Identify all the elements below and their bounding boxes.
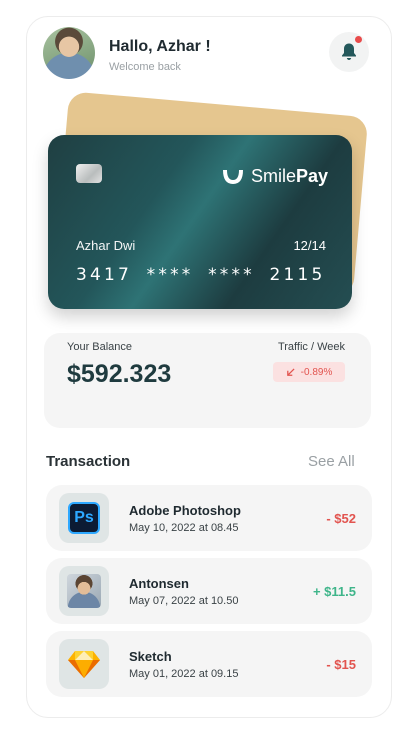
- transaction-row[interactable]: Antonsen May 07, 2022 at 10.50 + $11.5: [46, 558, 372, 624]
- brand-pay: Pay: [295, 166, 328, 186]
- transaction-name: Adobe Photoshop: [129, 503, 241, 518]
- card-expiry: 12/14: [293, 238, 326, 253]
- transaction-row[interactable]: Ps Adobe Photoshop May 10, 2022 at 08.45…: [46, 485, 372, 551]
- smilepay-logo-icon: [222, 169, 243, 184]
- credit-card[interactable]: SmilePay Azhar Dwi 12/14 3417 **** **** …: [48, 135, 352, 309]
- greeting: Hallo, Azhar !: [109, 38, 211, 55]
- traffic-value: -0.89%: [300, 366, 333, 378]
- person-avatar: [59, 566, 109, 616]
- card-chip-icon: [76, 164, 102, 183]
- card-number: 3417 **** **** 2115: [76, 265, 326, 285]
- sketch-icon: [59, 639, 109, 689]
- brand-smile: Smile: [250, 166, 296, 186]
- transaction-date: May 10, 2022 at 08.45: [129, 522, 239, 534]
- transactions-title: Transaction: [46, 453, 131, 470]
- transaction-amount: - $52: [326, 511, 356, 526]
- person-photo-icon: [67, 574, 101, 608]
- user-avatar[interactable]: [43, 27, 95, 79]
- arrow-down-left-icon: [286, 367, 295, 376]
- traffic-badge: -0.89%: [273, 362, 345, 382]
- balance-value: $592.323: [67, 360, 172, 388]
- sketch-diamond-icon: [68, 651, 100, 678]
- transaction-amount: + $11.5: [312, 584, 356, 599]
- bell-icon: [342, 43, 356, 60]
- transaction-name: Sketch: [129, 649, 172, 664]
- photoshop-icon: Ps: [59, 493, 109, 543]
- transaction-row[interactable]: Sketch May 01, 2022 at 09.15 - $15: [46, 631, 372, 697]
- transaction-date: May 01, 2022 at 09.15: [129, 668, 239, 680]
- see-all-link[interactable]: See All: [308, 453, 355, 470]
- card-brand: SmilePay: [221, 166, 328, 187]
- traffic-label: Traffic / Week: [277, 341, 345, 353]
- card-holder: Azhar Dwi: [76, 238, 136, 253]
- balance-panel: Your Balance $592.323 Traffic / Week -0.…: [44, 333, 371, 428]
- photoshop-icon-text: Ps: [68, 502, 100, 534]
- notification-dot: [355, 36, 362, 43]
- transaction-amount: - $15: [326, 657, 356, 672]
- balance-label: Your Balance: [67, 341, 133, 353]
- transaction-name: Antonsen: [129, 576, 189, 591]
- notification-button[interactable]: [329, 32, 369, 72]
- welcome-subtitle: Welcome back: [109, 61, 181, 73]
- transaction-date: May 07, 2022 at 10.50: [129, 595, 239, 607]
